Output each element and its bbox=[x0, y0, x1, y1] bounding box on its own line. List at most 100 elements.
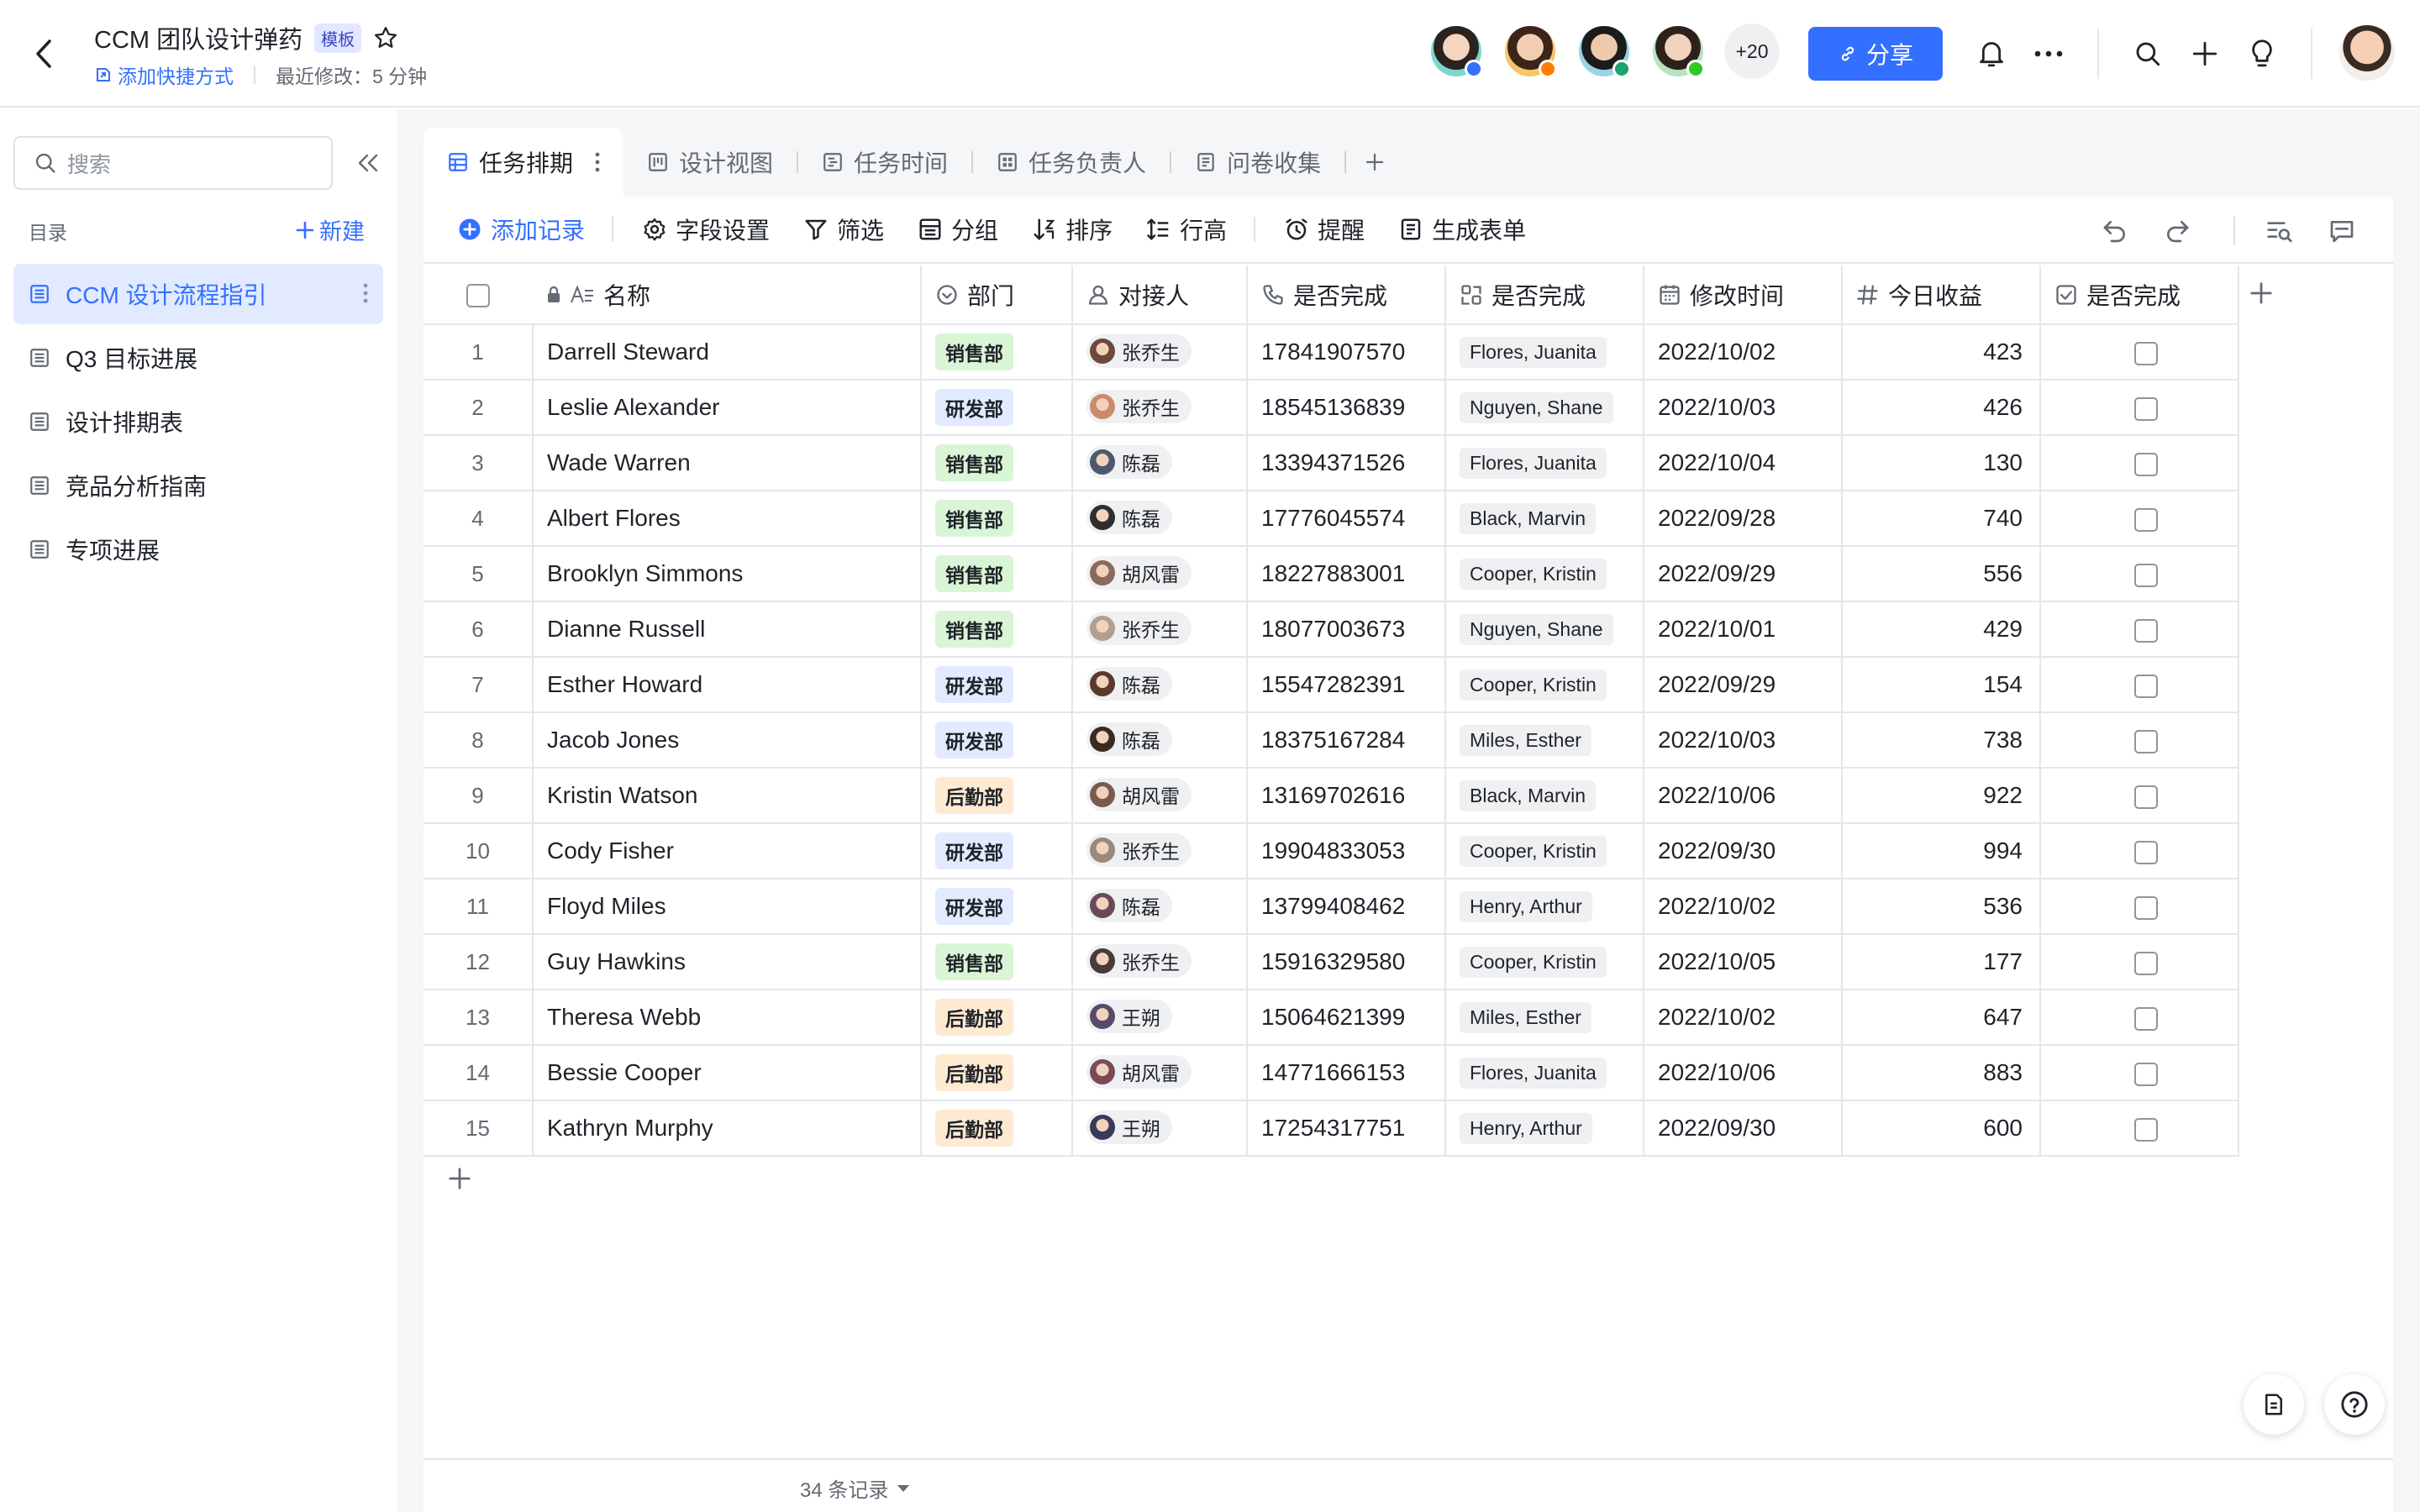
revenue-cell[interactable]: 600 bbox=[1842, 1100, 2041, 1157]
user-avatar[interactable] bbox=[2339, 25, 2395, 81]
sidebar-item-competitor-guide[interactable]: 竞品分析指南 bbox=[13, 455, 383, 516]
contact-cell[interactable]: 陈磊 bbox=[1072, 879, 1248, 935]
revenue-cell[interactable]: 740 bbox=[1842, 491, 2041, 547]
column-header-done[interactable]: 是否完成 bbox=[2040, 265, 2239, 325]
field-settings-button[interactable]: 字段设置 bbox=[642, 213, 770, 246]
item-more-icon[interactable] bbox=[363, 282, 368, 310]
undo-icon[interactable] bbox=[2101, 217, 2129, 245]
done-cell[interactable] bbox=[2040, 934, 2239, 990]
dept-cell[interactable]: 销售部 bbox=[921, 601, 1073, 658]
phone-cell[interactable]: 19904833053 bbox=[1247, 823, 1446, 879]
collaborator-avatars[interactable]: +20 bbox=[1428, 24, 1780, 79]
revenue-cell[interactable]: 426 bbox=[1842, 380, 2041, 436]
owner-cell[interactable]: Cooper, Kristin bbox=[1445, 934, 1644, 990]
phone-cell[interactable]: 13394371526 bbox=[1247, 435, 1446, 491]
row-index[interactable]: 6 bbox=[424, 601, 533, 658]
sort-button[interactable]: 排序 bbox=[1032, 213, 1113, 246]
done-cell[interactable] bbox=[2040, 491, 2239, 547]
name-cell[interactable]: Jacob Jones bbox=[532, 712, 922, 769]
select-all-checkbox[interactable] bbox=[466, 284, 490, 308]
row-index[interactable]: 11 bbox=[424, 879, 533, 935]
column-header-revenue[interactable]: 今日收益 bbox=[1842, 265, 2041, 325]
phone-cell[interactable]: 18077003673 bbox=[1247, 601, 1446, 658]
lightbulb-icon[interactable] bbox=[2245, 37, 2279, 71]
owner-cell[interactable]: Nguyen, Shane bbox=[1445, 380, 1644, 436]
revenue-cell[interactable]: 556 bbox=[1842, 546, 2041, 602]
contact-cell[interactable]: 王朔 bbox=[1072, 1100, 1248, 1157]
dept-cell[interactable]: 后勤部 bbox=[921, 1045, 1073, 1101]
table-row[interactable]: 9 Kristin Watson 后勤部 胡风雷 13169702616 Black, M… bbox=[424, 768, 2239, 824]
modified-cell[interactable]: 2022/10/02 bbox=[1644, 990, 1843, 1046]
record-count-selector[interactable]: 34 条记录 bbox=[800, 1473, 910, 1503]
tab-task-time[interactable]: 任务时间 bbox=[798, 128, 971, 197]
avatar[interactable] bbox=[1428, 24, 1484, 79]
avatar[interactable] bbox=[1650, 24, 1706, 79]
modified-cell[interactable]: 2022/10/03 bbox=[1644, 380, 1843, 436]
revenue-cell[interactable]: 738 bbox=[1842, 712, 2041, 769]
table-row[interactable]: 14 Bessie Cooper 后勤部 胡风雷 14771666153 Flores, … bbox=[424, 1045, 2239, 1101]
name-cell[interactable]: Wade Warren bbox=[532, 435, 922, 491]
name-cell[interactable]: Guy Hawkins bbox=[532, 934, 922, 990]
modified-cell[interactable]: 2022/09/29 bbox=[1644, 546, 1843, 602]
table-row[interactable]: 15 Kathryn Murphy 后勤部 王朔 17254317751 Henry, A… bbox=[424, 1100, 2239, 1157]
done-checkbox[interactable] bbox=[2134, 563, 2158, 587]
sidebar-item-design-schedule[interactable]: 设计排期表 bbox=[13, 391, 383, 452]
phone-cell[interactable]: 15064621399 bbox=[1247, 990, 1446, 1046]
contact-cell[interactable]: 胡风雷 bbox=[1072, 768, 1248, 824]
done-checkbox[interactable] bbox=[2134, 1006, 2158, 1031]
share-button[interactable]: 分享 bbox=[1808, 27, 1943, 81]
name-cell[interactable]: Leslie Alexander bbox=[532, 380, 922, 436]
table-row[interactable]: 3 Wade Warren 销售部 陈磊 13394371526 Flores, Juan… bbox=[424, 435, 2239, 491]
done-checkbox[interactable] bbox=[2134, 785, 2158, 809]
name-cell[interactable]: Esther Howard bbox=[532, 657, 922, 713]
table-row[interactable]: 5 Brooklyn Simmons 销售部 胡风雷 18227883001 Cooper… bbox=[424, 546, 2239, 602]
collapse-sidebar-icon[interactable] bbox=[353, 148, 383, 178]
done-checkbox[interactable] bbox=[2134, 396, 2158, 421]
owner-cell[interactable]: Flores, Juanita bbox=[1445, 324, 1644, 381]
dept-cell[interactable]: 销售部 bbox=[921, 934, 1073, 990]
phone-cell[interactable]: 15916329580 bbox=[1247, 934, 1446, 990]
add-row-icon[interactable] bbox=[447, 1166, 472, 1195]
revenue-cell[interactable]: 994 bbox=[1842, 823, 2041, 879]
contact-cell[interactable]: 张乔生 bbox=[1072, 601, 1248, 658]
modified-cell[interactable]: 2022/10/06 bbox=[1644, 1045, 1843, 1101]
row-index[interactable]: 15 bbox=[424, 1100, 533, 1157]
owner-cell[interactable]: Black, Marvin bbox=[1445, 491, 1644, 547]
dept-cell[interactable]: 销售部 bbox=[921, 324, 1073, 381]
modified-cell[interactable]: 2022/10/06 bbox=[1644, 768, 1843, 824]
dept-cell[interactable]: 销售部 bbox=[921, 546, 1073, 602]
phone-cell[interactable]: 13169702616 bbox=[1247, 768, 1446, 824]
done-cell[interactable] bbox=[2040, 990, 2239, 1046]
table-row[interactable]: 13 Theresa Webb 后勤部 王朔 15064621399 Miles, Est… bbox=[424, 990, 2239, 1046]
phone-cell[interactable]: 15547282391 bbox=[1247, 657, 1446, 713]
back-icon[interactable] bbox=[27, 37, 60, 71]
modified-cell[interactable]: 2022/09/30 bbox=[1644, 823, 1843, 879]
done-cell[interactable] bbox=[2040, 546, 2239, 602]
contact-cell[interactable]: 胡风雷 bbox=[1072, 546, 1248, 602]
dept-cell[interactable]: 研发部 bbox=[921, 712, 1073, 769]
table-row[interactable]: 12 Guy Hawkins 销售部 张乔生 15916329580 Cooper, Kr… bbox=[424, 934, 2239, 990]
dept-cell[interactable]: 后勤部 bbox=[921, 990, 1073, 1046]
add-shortcut-link[interactable]: 添加快捷方式 bbox=[94, 60, 234, 89]
contact-cell[interactable]: 陈磊 bbox=[1072, 712, 1248, 769]
help-floating-button[interactable] bbox=[2324, 1374, 2385, 1435]
done-cell[interactable] bbox=[2040, 601, 2239, 658]
tab-task-schedule[interactable]: 任务排期 bbox=[424, 128, 624, 197]
modified-cell[interactable]: 2022/09/30 bbox=[1644, 1100, 1843, 1157]
revenue-cell[interactable]: 130 bbox=[1842, 435, 2041, 491]
column-header-owner[interactable]: 是否完成 bbox=[1445, 265, 1644, 325]
done-checkbox[interactable] bbox=[2134, 729, 2158, 753]
redo-icon[interactable] bbox=[2163, 217, 2191, 245]
owner-cell[interactable]: Henry, Arthur bbox=[1445, 1100, 1644, 1157]
table-row[interactable]: 8 Jacob Jones 研发部 陈磊 18375167284 Miles, Esthe… bbox=[424, 712, 2239, 769]
column-header-modified[interactable]: 修改时间 bbox=[1644, 265, 1843, 325]
doc-title[interactable]: CCM 团队设计弹药 bbox=[94, 20, 302, 55]
generate-form-button[interactable]: 生成表单 bbox=[1398, 213, 1526, 246]
phone-cell[interactable]: 17841907570 bbox=[1247, 324, 1446, 381]
owner-cell[interactable]: Miles, Esther bbox=[1445, 990, 1644, 1046]
done-cell[interactable] bbox=[2040, 823, 2239, 879]
tab-more-icon[interactable] bbox=[595, 151, 600, 173]
avatar[interactable] bbox=[1576, 24, 1632, 79]
comment-icon[interactable] bbox=[2328, 217, 2356, 245]
contact-cell[interactable]: 张乔生 bbox=[1072, 823, 1248, 879]
